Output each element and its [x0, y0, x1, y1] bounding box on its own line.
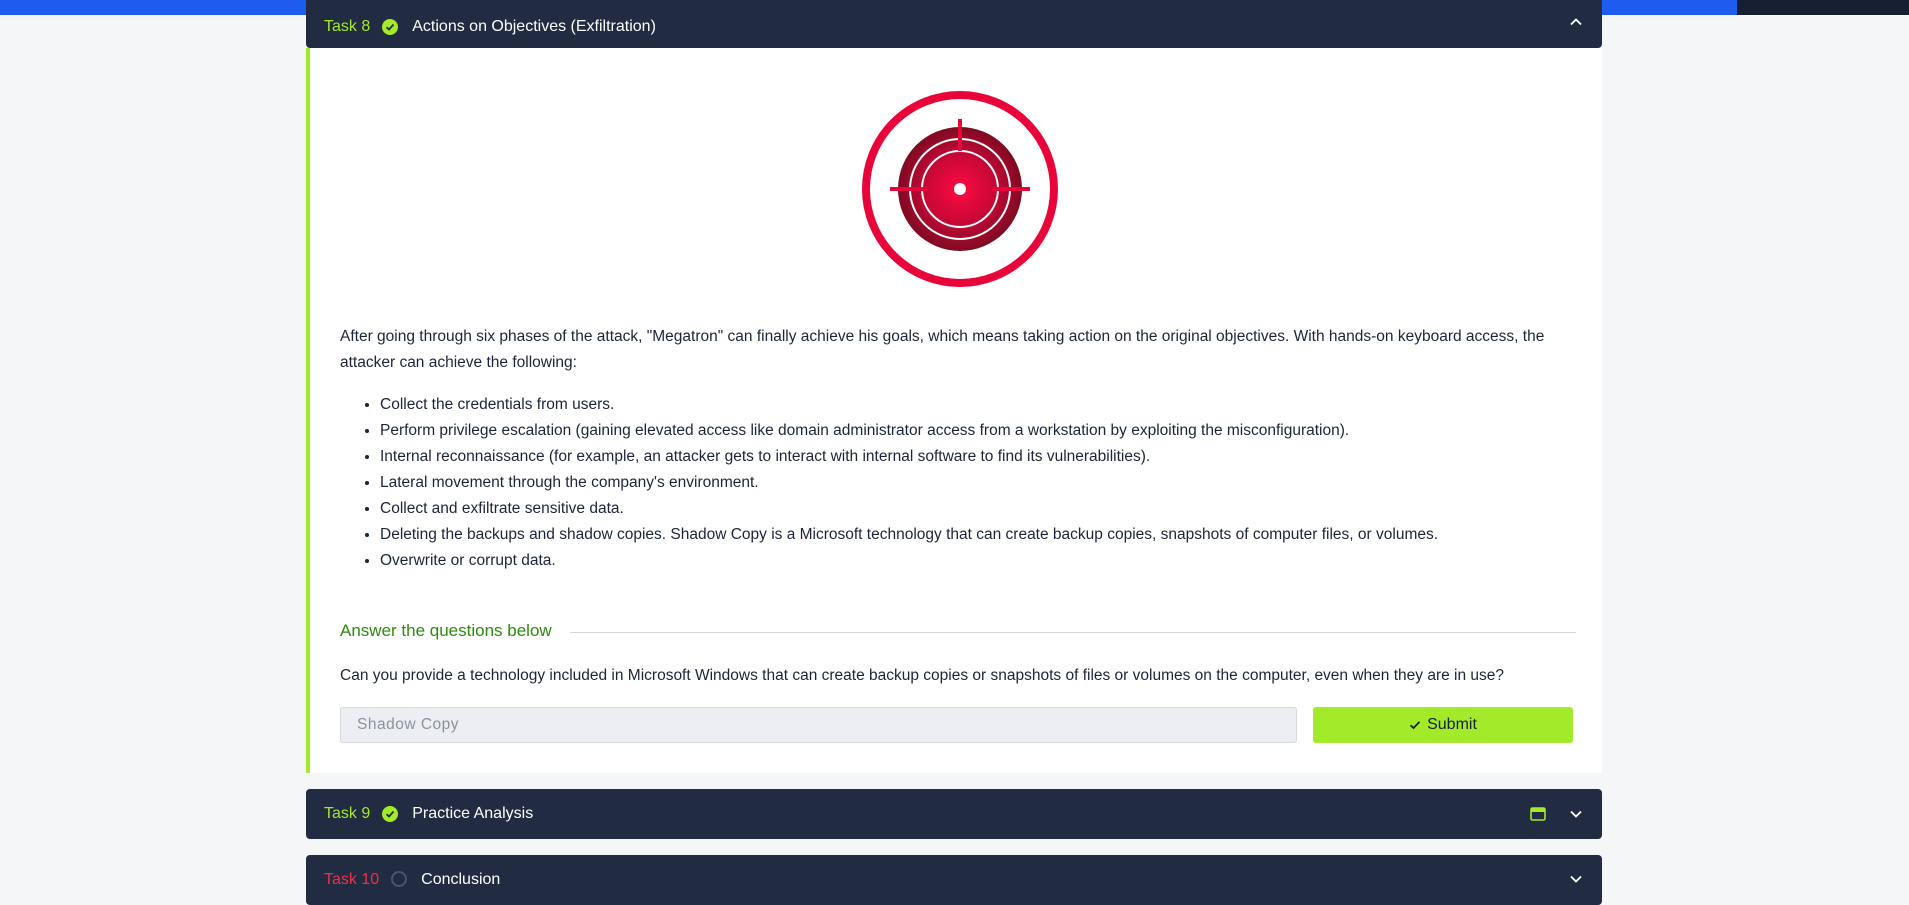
list-item: Lateral movement through the company's e…	[380, 470, 1438, 496]
task-9-header[interactable]: Task 9 Practice Analysis	[306, 789, 1602, 839]
chevron-down-icon[interactable]	[1568, 871, 1584, 887]
list-item: Overwrite or corrupt data.	[380, 548, 1438, 574]
check-icon	[1409, 719, 1421, 731]
circle-outline-icon	[391, 871, 408, 887]
answer-input[interactable]	[340, 707, 1297, 743]
chevron-up-icon[interactable]	[1568, 14, 1584, 30]
task-10-number: Task 10	[324, 871, 380, 888]
check-circle-icon	[382, 806, 399, 822]
target-crosshair-icon	[860, 89, 1060, 289]
chevron-down-icon[interactable]	[1568, 806, 1584, 822]
task-10-header[interactable]: Task 10 Conclusion	[306, 855, 1602, 905]
objectives-list: Collect the credentials from users. Perf…	[340, 392, 1438, 574]
check-circle-icon	[382, 19, 399, 35]
question-text: Can you provide a technology included in…	[340, 667, 1505, 684]
list-item: Deleting the backups and shadow copies. …	[380, 522, 1438, 548]
task-9-title: Practice Analysis	[412, 805, 534, 822]
list-item: Internal reconnaissance (for example, an…	[380, 444, 1438, 470]
task-8-number: Task 8	[324, 18, 371, 35]
browser-window-icon[interactable]	[1530, 806, 1546, 822]
task-8-title: Actions on Objectives (Exfiltration)	[412, 18, 656, 35]
submit-label: Submit	[1427, 716, 1477, 733]
answer-questions-heading: Answer the questions below	[340, 621, 552, 640]
list-item: Collect and exfiltrate sensitive data.	[380, 496, 1438, 522]
task-8-header[interactable]: Task 8 Actions on Objectives (Exfiltrati…	[306, 0, 1602, 48]
heading-divider	[570, 632, 1576, 633]
task-8-intro: After going through six phases of the at…	[340, 328, 1545, 371]
list-item: Collect the credentials from users.	[380, 392, 1438, 418]
task-10-title: Conclusion	[421, 871, 501, 888]
task-9-number: Task 9	[324, 805, 371, 822]
task-8-content: After going through six phases of the at…	[306, 48, 1602, 773]
list-item: Perform privilege escalation (gaining el…	[380, 418, 1438, 444]
submit-button[interactable]: Submit	[1313, 707, 1573, 743]
